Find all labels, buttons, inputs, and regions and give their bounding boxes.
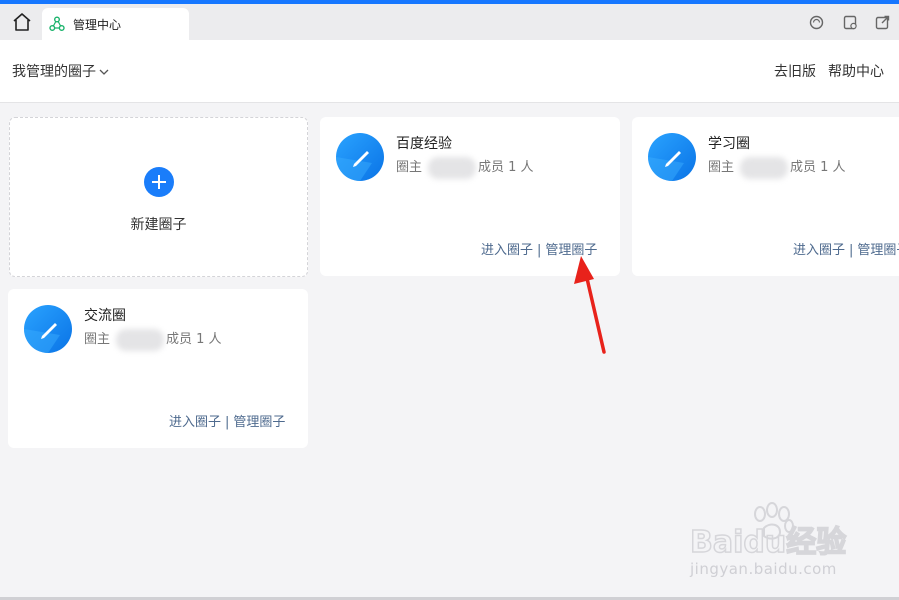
separator: | bbox=[537, 243, 542, 258]
external-link-icon[interactable] bbox=[874, 14, 891, 31]
owner-name-redacted bbox=[740, 156, 789, 179]
circle-meta: 圈主 成员 1 人 bbox=[84, 328, 222, 351]
circle-meta: 圈主 成员 1 人 bbox=[708, 156, 846, 179]
pencil-avatar-icon bbox=[24, 305, 72, 353]
circle-name: 学习圈 bbox=[708, 136, 750, 152]
member-count: 成员 1 人 bbox=[790, 160, 846, 175]
annotation-arrow bbox=[574, 256, 606, 354]
owner-label: 圈主 bbox=[708, 160, 735, 175]
plus-icon[interactable] bbox=[144, 167, 174, 197]
owner-name-redacted bbox=[428, 156, 477, 179]
separator: | bbox=[849, 243, 854, 258]
old-version-link[interactable]: 去旧版 bbox=[774, 61, 816, 81]
separator: | bbox=[225, 415, 230, 430]
manage-circle-link[interactable]: 管理圈子 bbox=[857, 243, 899, 258]
pencil-avatar-icon bbox=[648, 133, 696, 181]
circle-meta: 圈主 成员 1 人 bbox=[396, 156, 534, 179]
member-count: 成员 1 人 bbox=[478, 160, 534, 175]
circle-name: 百度经验 bbox=[396, 136, 452, 152]
watermark-url: jingyan.baidu.com bbox=[690, 560, 837, 578]
owner-label: 圈主 bbox=[84, 332, 111, 347]
refresh-icon[interactable] bbox=[808, 14, 825, 31]
new-circle-card[interactable]: 新建圈子 bbox=[9, 117, 308, 277]
circle-card: 学习圈 圈主 成员 1 人 进入圈子 |管理圈子 bbox=[632, 117, 899, 276]
home-icon[interactable] bbox=[11, 11, 33, 33]
enter-circle-link[interactable]: 进入圈子 bbox=[793, 243, 845, 258]
watermark-brand: Baidu经验 bbox=[690, 525, 846, 560]
help-center-link[interactable]: 帮助中心 bbox=[828, 61, 884, 81]
circle-card: 交流圈 圈主 成员 1 人 进入圈子 | 管理圈子 bbox=[8, 289, 308, 448]
window-icon[interactable] bbox=[842, 14, 859, 31]
circle-name: 交流圈 bbox=[84, 308, 126, 324]
owner-label: 圈主 bbox=[396, 160, 423, 175]
browser-tab-bar: 管理中心 bbox=[0, 4, 899, 40]
new-circle-label: 新建圈子 bbox=[130, 217, 187, 233]
circle-selector-label: 我管理的圈子 bbox=[12, 64, 96, 80]
manage-circle-link[interactable]: 管理圈子 bbox=[233, 415, 285, 430]
chevron-down-icon bbox=[99, 69, 109, 75]
circle-actions: 进入圈子 |管理圈子 bbox=[169, 411, 285, 430]
tab-label: 管理中心 bbox=[73, 18, 122, 32]
enter-circle-link[interactable]: 进入圈子 bbox=[481, 243, 533, 258]
pencil-avatar-icon bbox=[336, 133, 384, 181]
owner-name-redacted bbox=[116, 328, 165, 351]
circle-actions: 进入圈子 |管理圈子 bbox=[793, 239, 899, 258]
page-header: 我管理的圈子 去旧版 帮助中心 bbox=[0, 40, 899, 103]
enter-circle-link[interactable]: 进入圈子 bbox=[169, 415, 221, 430]
tab-management-center[interactable]: 管理中心 bbox=[42, 8, 189, 40]
circle-selector-dropdown[interactable]: 我管理的圈子 bbox=[12, 61, 109, 81]
circle-app-icon bbox=[49, 16, 65, 31]
member-count: 成员 1 人 bbox=[166, 332, 222, 347]
